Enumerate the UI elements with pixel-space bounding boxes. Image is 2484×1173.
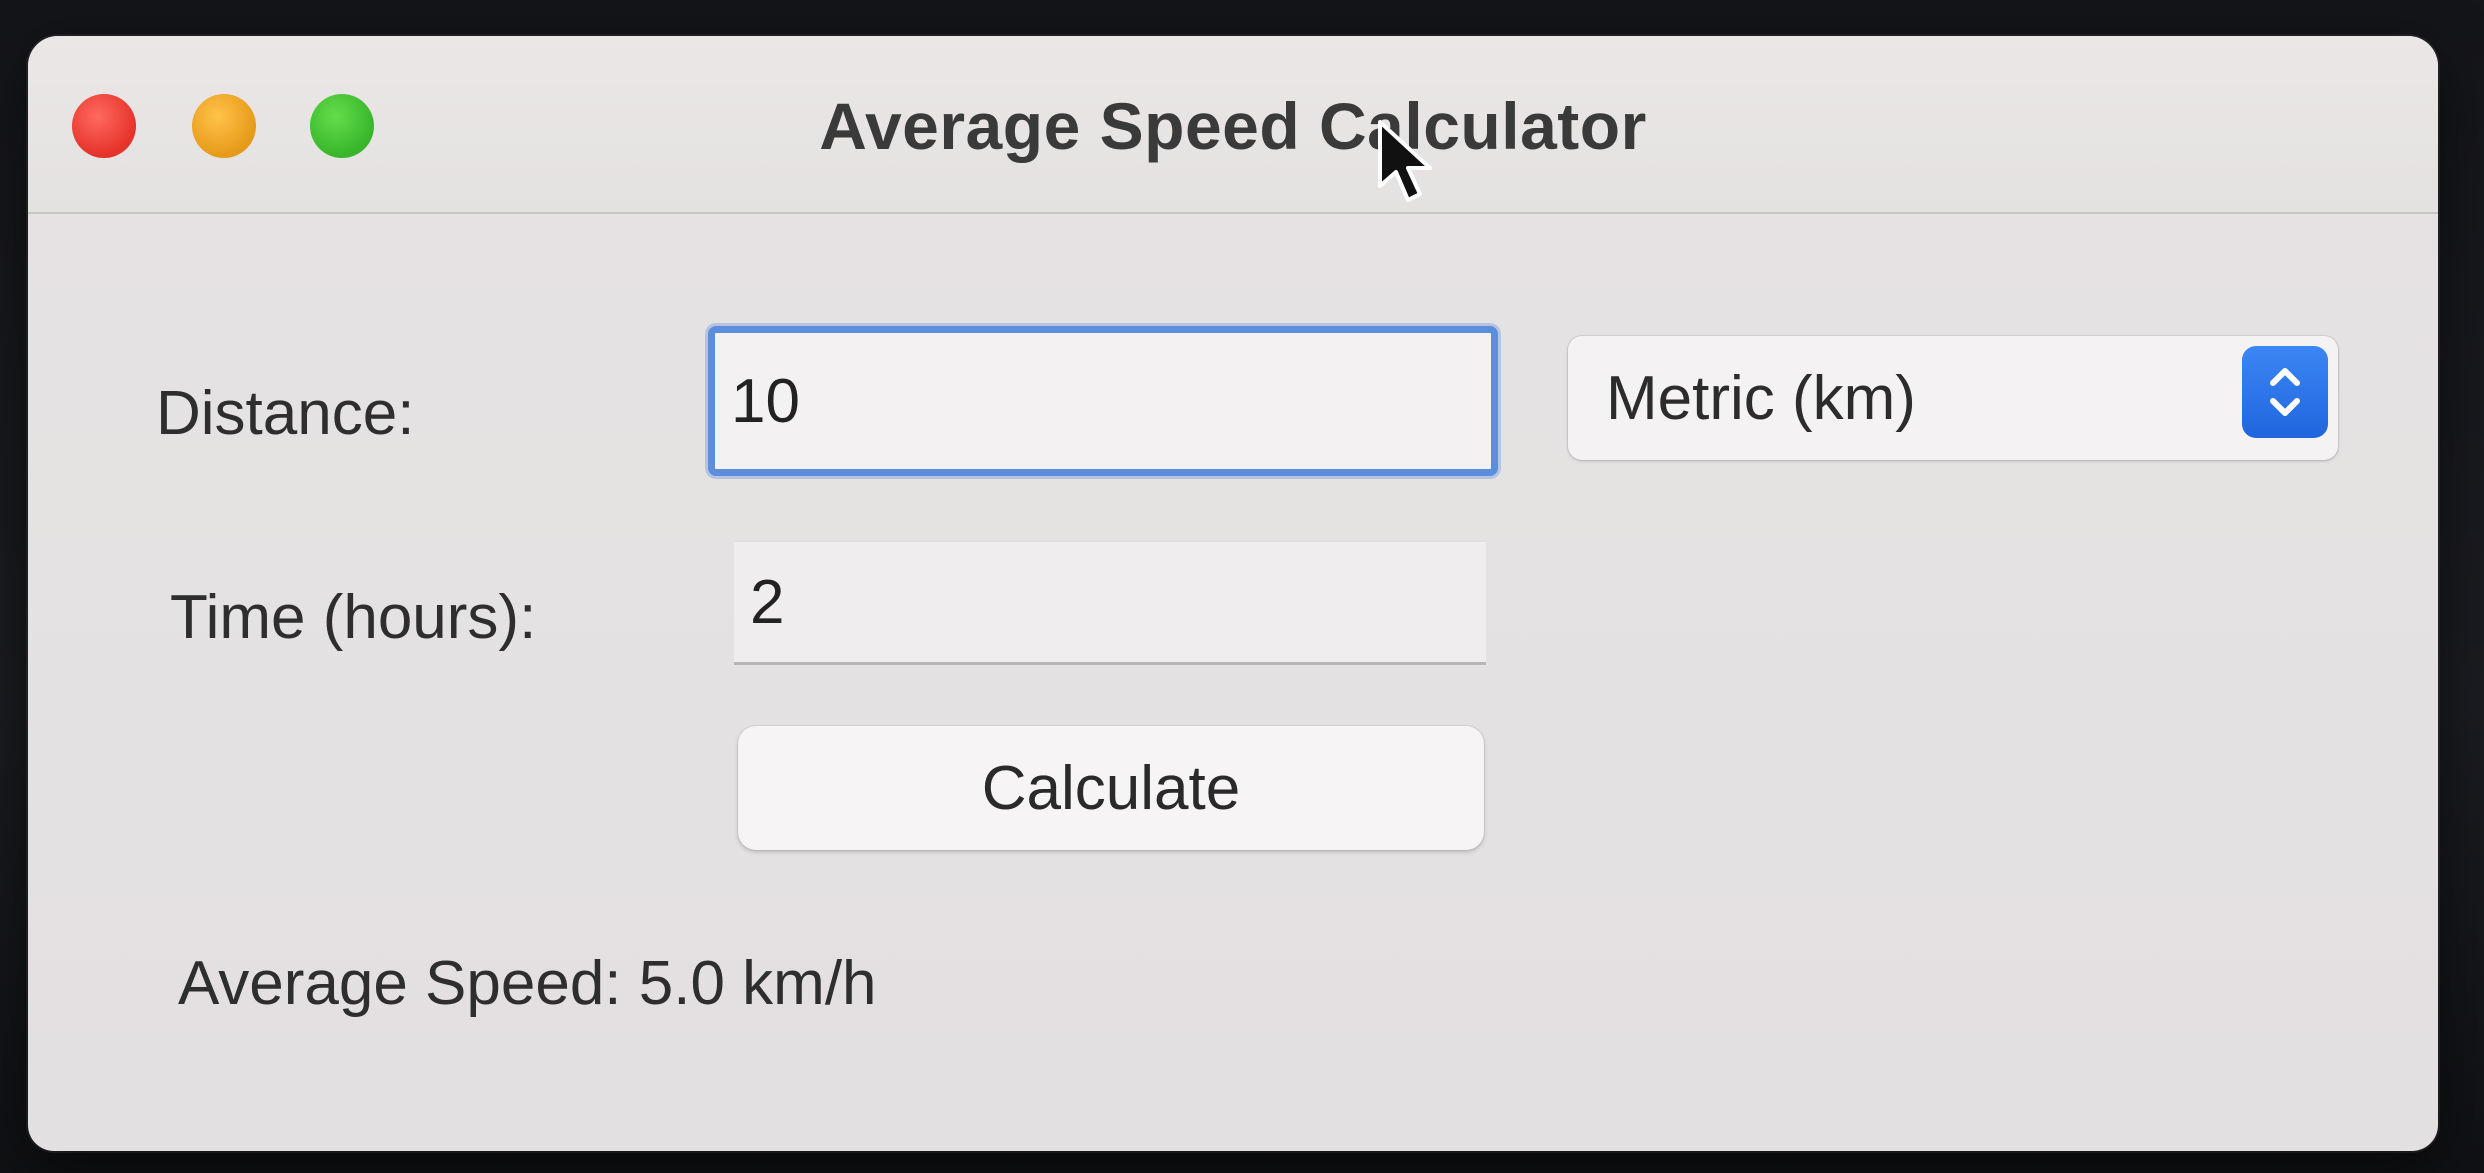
up-down-chevron-icon[interactable] xyxy=(2242,346,2328,438)
time-input-value: 2 xyxy=(750,567,785,637)
result-text: Average Speed: 5.0 km/h xyxy=(178,949,877,1018)
app-window: Average Speed Calculator Distance: 10 Me… xyxy=(28,36,2438,1151)
mouse-pointer-icon xyxy=(1376,118,1436,213)
distance-input-value: 10 xyxy=(731,366,800,436)
distance-label: Distance: xyxy=(156,379,415,448)
time-input[interactable]: 2 xyxy=(734,541,1486,665)
distance-input[interactable]: 10 xyxy=(708,326,1498,476)
desktop-background: Average Speed Calculator Distance: 10 Me… xyxy=(0,0,2484,1173)
title-bar[interactable]: Average Speed Calculator xyxy=(28,36,2438,214)
window-title: Average Speed Calculator xyxy=(819,89,1647,163)
unit-select-value: Metric (km) xyxy=(1606,363,1916,433)
time-label: Time (hours): xyxy=(170,583,537,652)
calculate-button[interactable]: Calculate xyxy=(738,726,1484,850)
unit-select[interactable]: Metric (km) xyxy=(1568,336,2338,460)
